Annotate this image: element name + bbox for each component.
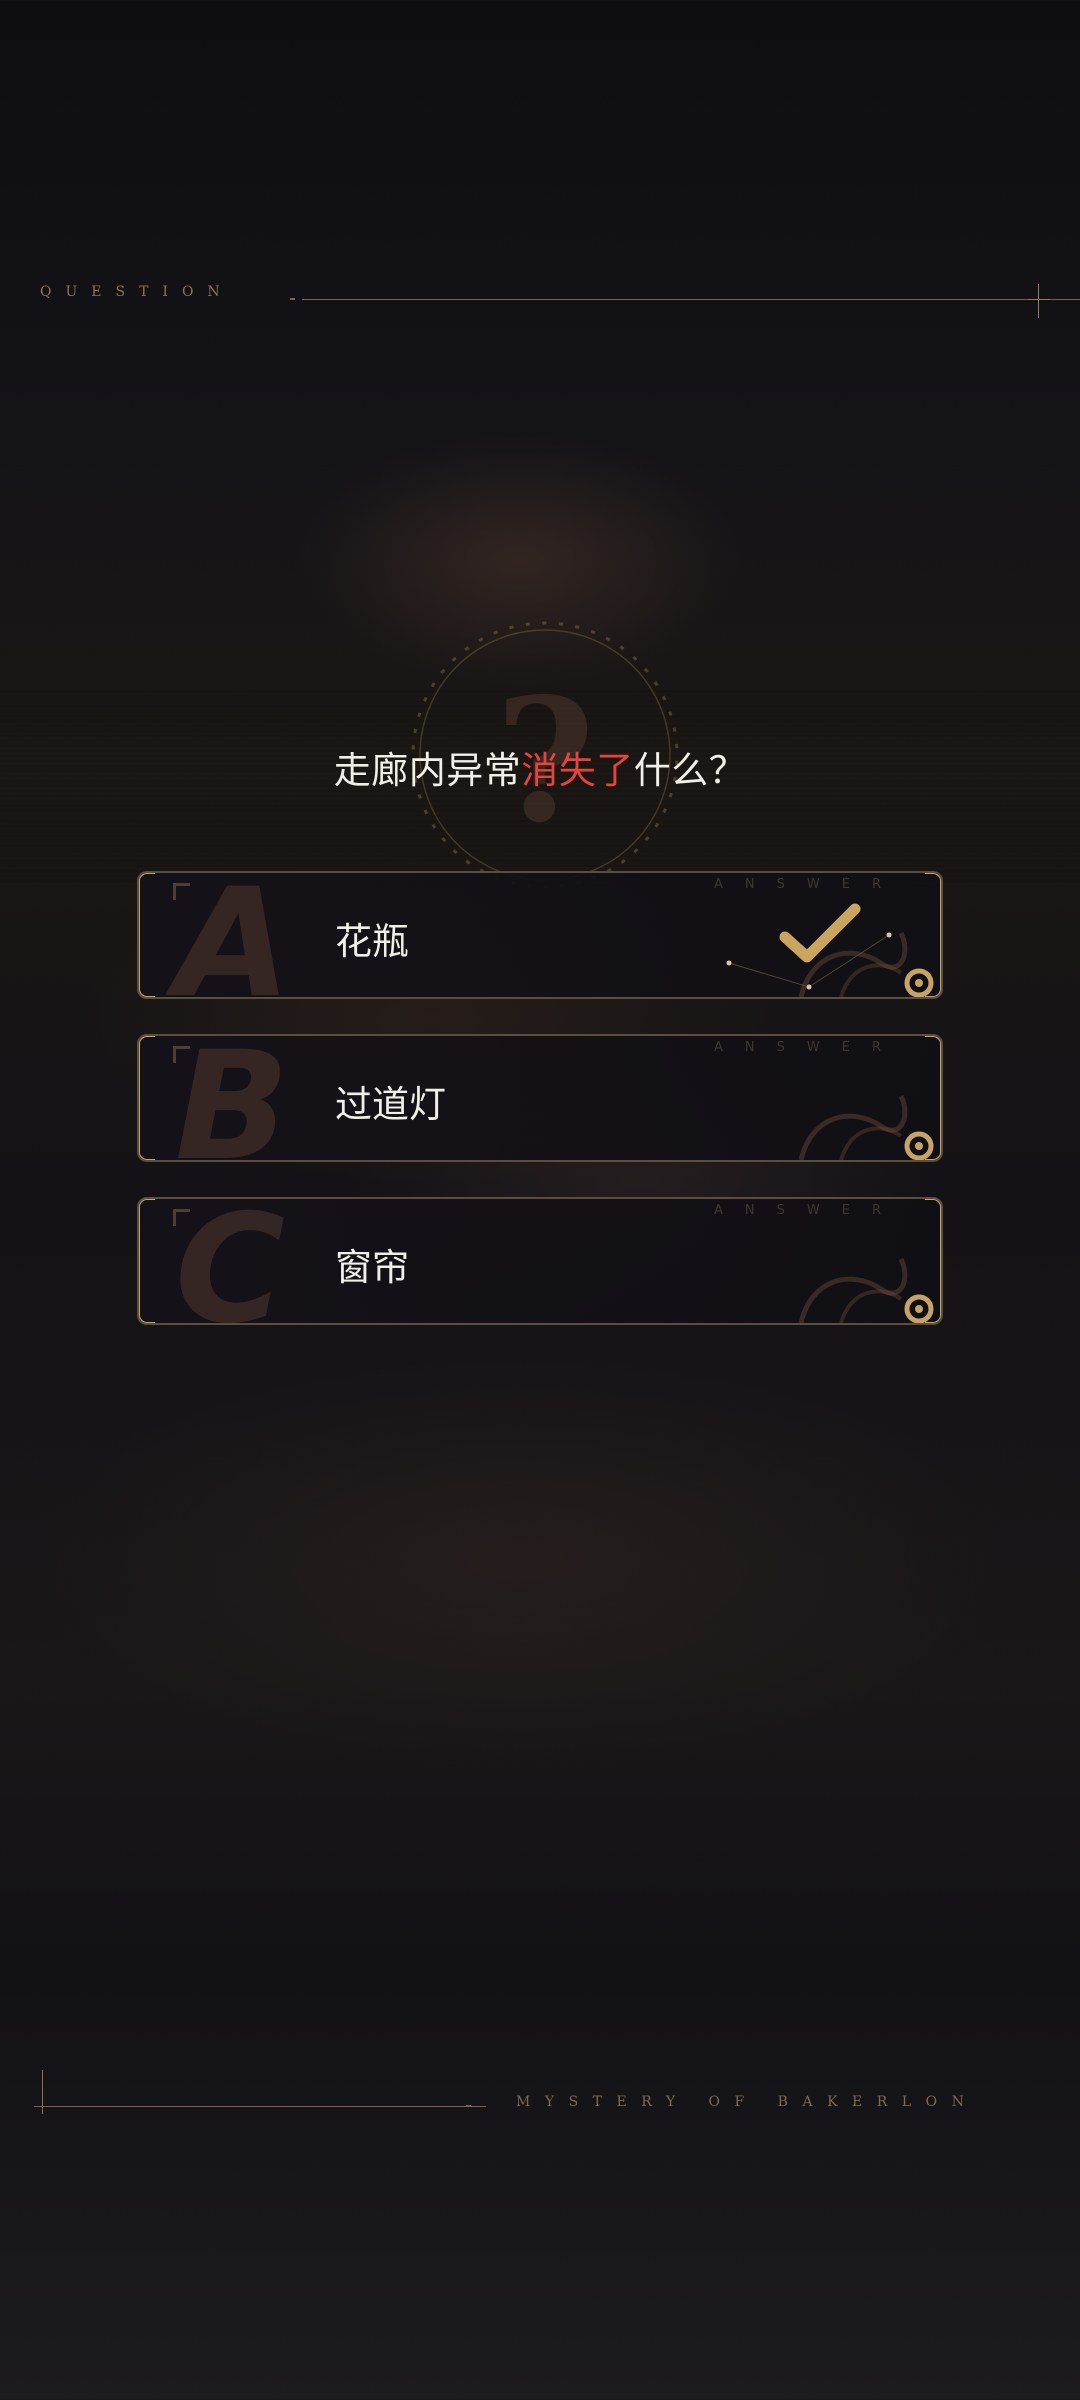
option-text: 窗帘 <box>335 1246 409 1289</box>
footer-divider-line <box>34 2106 486 2107</box>
frame-corner-left <box>139 873 155 997</box>
option-letter: A <box>175 871 292 999</box>
question-title: 走廊内异常消失了什么？ <box>0 740 1080 794</box>
option-c-card[interactable]: C ANSWER 窗帘 <box>137 1197 943 1325</box>
question-header: QUESTION <box>40 282 1080 332</box>
option-a-card[interactable]: A ANSWER 花瓶 <box>137 871 943 999</box>
question-text-highlight: 消失了 <box>521 749 634 792</box>
option-text: 花瓶 <box>335 920 409 963</box>
divider-dot <box>290 298 295 300</box>
header-divider-line <box>302 299 1080 300</box>
ornament-icon <box>798 931 934 997</box>
crosshair-mark <box>42 2070 43 2114</box>
divider-dot <box>466 2105 471 2107</box>
question-header-label: QUESTION <box>40 284 234 300</box>
option-letter: C <box>175 1197 286 1325</box>
option-text: 过道灯 <box>335 1083 446 1126</box>
frame-corner-left <box>139 1036 155 1160</box>
footer: MYSTERY OF BAKERLON <box>30 2070 1060 2120</box>
option-letter: B <box>175 1034 290 1162</box>
footer-label: MYSTERY OF BAKERLON <box>516 2094 979 2110</box>
frame-corner-left <box>139 1199 155 1323</box>
ornament-icon <box>798 1257 934 1323</box>
crosshair-mark <box>1038 284 1039 318</box>
question-text-suffix: 什么？ <box>633 749 747 792</box>
option-b-card[interactable]: B ANSWER 过道灯 <box>137 1034 943 1162</box>
crosshair-mark-h <box>1028 299 1050 300</box>
ornament-icon <box>798 1094 934 1160</box>
question-text-prefix: 走廊内异常 <box>333 749 522 792</box>
